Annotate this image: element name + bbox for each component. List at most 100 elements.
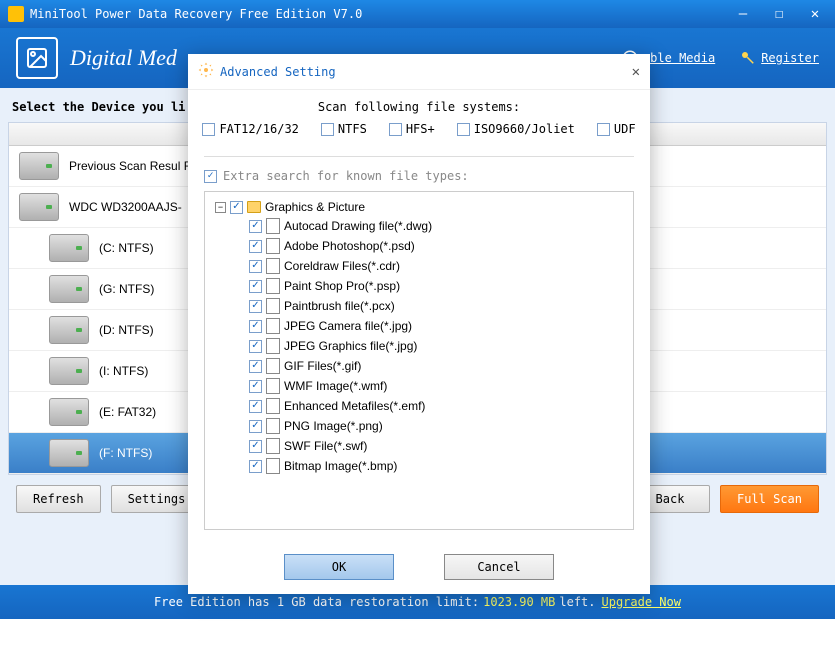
file-icon: [266, 398, 280, 414]
filesystem-checkbox-row: FAT12/16/32 NTFS HFS+ ISO9660/Joliet UDF: [204, 122, 634, 136]
tree-filetype-label: WMF Image(*.wmf): [284, 379, 387, 393]
dialog-footer: OK Cancel: [188, 540, 650, 594]
app-icon: [8, 6, 24, 22]
drive-label: WDC WD3200AAJS-: [69, 200, 182, 214]
tree-filetype-label: SWF File(*.swf): [284, 439, 367, 453]
tree-checkbox[interactable]: [249, 220, 262, 233]
drive-icon: [49, 234, 89, 262]
tree-category-node[interactable]: − Graphics & Picture: [209, 198, 629, 216]
folder-icon: [247, 201, 261, 213]
tree-filetype-label: GIF Files(*.gif): [284, 359, 361, 373]
filesystem-option[interactable]: UDF: [597, 122, 636, 136]
filesystem-label: HFS+: [406, 122, 435, 136]
file-icon: [266, 338, 280, 354]
tree-collapse-icon[interactable]: −: [215, 202, 226, 213]
tree-filetype-node[interactable]: Paint Shop Pro(*.psp): [209, 276, 629, 296]
tree-filetype-node[interactable]: Paintbrush file(*.pcx): [209, 296, 629, 316]
file-icon: [266, 378, 280, 394]
tree-filetype-node[interactable]: PNG Image(*.png): [209, 416, 629, 436]
tree-checkbox[interactable]: [249, 260, 262, 273]
drive-label: (D: NTFS): [99, 323, 154, 337]
tree-filetype-label: Paint Shop Pro(*.psp): [284, 279, 400, 293]
tree-filetype-node[interactable]: JPEG Graphics file(*.jpg): [209, 336, 629, 356]
filesystem-checkbox[interactable]: [202, 123, 215, 136]
tree-filetype-node[interactable]: Enhanced Metafiles(*.emf): [209, 396, 629, 416]
filetype-tree-scroll[interactable]: − Graphics & Picture Autocad Drawing fil…: [205, 192, 633, 529]
tree-checkbox[interactable]: [249, 300, 262, 313]
filesystem-option[interactable]: ISO9660/Joliet: [457, 122, 575, 136]
filesystem-checkbox[interactable]: [457, 123, 470, 136]
close-button[interactable]: ✕: [803, 4, 827, 24]
file-icon: [266, 278, 280, 294]
tree-checkbox[interactable]: [249, 320, 262, 333]
tree-checkbox[interactable]: [249, 380, 262, 393]
tree-filetype-node[interactable]: Autocad Drawing file(*.dwg): [209, 216, 629, 236]
dialog-titlebar: Advanced Setting ✕: [188, 54, 650, 90]
tree-category-label: Graphics & Picture: [265, 200, 365, 214]
tree-checkbox[interactable]: [249, 240, 262, 253]
tree-filetype-label: Enhanced Metafiles(*.emf): [284, 399, 425, 413]
filesystem-checkbox[interactable]: [321, 123, 334, 136]
extra-search-row: Extra search for known file types:: [204, 169, 634, 183]
filesystem-option[interactable]: HFS+: [389, 122, 435, 136]
drive-label: (E: FAT32): [99, 405, 156, 419]
file-icon: [266, 238, 280, 254]
cancel-button[interactable]: Cancel: [444, 554, 554, 580]
drive-label: (G: NTFS): [99, 282, 154, 296]
filesystem-label: FAT12/16/32: [219, 122, 298, 136]
tree-checkbox[interactable]: [249, 460, 262, 473]
tree-filetype-node[interactable]: GIF Files(*.gif): [209, 356, 629, 376]
tree-filetype-node[interactable]: Coreldraw Files(*.cdr): [209, 256, 629, 276]
minimize-button[interactable]: —: [731, 4, 755, 24]
filesystem-option[interactable]: NTFS: [321, 122, 367, 136]
tree-checkbox[interactable]: [249, 360, 262, 373]
full-scan-button[interactable]: Full Scan: [720, 485, 819, 513]
drive-icon: [19, 193, 59, 221]
tree-filetype-label: PNG Image(*.png): [284, 419, 383, 433]
drive-icon: [49, 316, 89, 344]
drive-icon: [49, 439, 89, 467]
drive-icon: [49, 357, 89, 385]
tree-filetype-node[interactable]: JPEG Camera file(*.jpg): [209, 316, 629, 336]
tree-checkbox[interactable]: [249, 340, 262, 353]
window-title: MiniTool Power Data Recovery Free Editio…: [30, 7, 362, 21]
filesystem-label: ISO9660/Joliet: [474, 122, 575, 136]
tree-checkbox[interactable]: [249, 420, 262, 433]
register-link[interactable]: Register: [739, 49, 819, 67]
file-icon: [266, 418, 280, 434]
tree-checkbox[interactable]: [249, 280, 262, 293]
tree-checkbox[interactable]: [249, 440, 262, 453]
filesystem-checkbox[interactable]: [389, 123, 402, 136]
tree-filetype-label: JPEG Camera file(*.jpg): [284, 319, 412, 333]
tree-filetype-node[interactable]: Adobe Photoshop(*.psd): [209, 236, 629, 256]
tree-filetype-node[interactable]: Bitmap Image(*.bmp): [209, 456, 629, 476]
tree-filetype-label: Bitmap Image(*.bmp): [284, 459, 397, 473]
filesystem-checkbox[interactable]: [597, 123, 610, 136]
tree-checkbox[interactable]: [249, 400, 262, 413]
filesystem-label: NTFS: [338, 122, 367, 136]
filesystem-option[interactable]: FAT12/16/32: [202, 122, 298, 136]
advanced-setting-dialog: Advanced Setting ✕ Scan following file s…: [188, 54, 650, 594]
tree-filetype-node[interactable]: SWF File(*.swf): [209, 436, 629, 456]
tree-filetype-label: Adobe Photoshop(*.psd): [284, 239, 415, 253]
footer-limit: 1023.90 MB: [483, 595, 555, 609]
footer-prefix: Free Edition has 1 GB data restoration l…: [154, 595, 479, 609]
filesystem-label: UDF: [614, 122, 636, 136]
tree-checkbox[interactable]: [230, 201, 243, 214]
file-icon: [266, 258, 280, 274]
file-icon: [266, 218, 280, 234]
filetype-tree: − Graphics & Picture Autocad Drawing fil…: [204, 191, 634, 530]
refresh-button[interactable]: Refresh: [16, 485, 101, 513]
module-title: Digital Med: [70, 45, 177, 71]
titlebar: MiniTool Power Data Recovery Free Editio…: [0, 0, 835, 28]
maximize-button[interactable]: ☐: [767, 4, 791, 24]
tree-filetype-label: Autocad Drawing file(*.dwg): [284, 219, 432, 233]
ok-button[interactable]: OK: [284, 554, 394, 580]
drive-label: (I: NTFS): [99, 364, 148, 378]
upgrade-link[interactable]: Upgrade Now: [602, 595, 681, 609]
tree-filetype-node[interactable]: WMF Image(*.wmf): [209, 376, 629, 396]
gear-icon: [198, 62, 214, 81]
scan-filesystems-label: Scan following file systems:: [204, 100, 634, 114]
dialog-close-button[interactable]: ✕: [632, 64, 640, 80]
extra-search-checkbox[interactable]: [204, 170, 217, 183]
